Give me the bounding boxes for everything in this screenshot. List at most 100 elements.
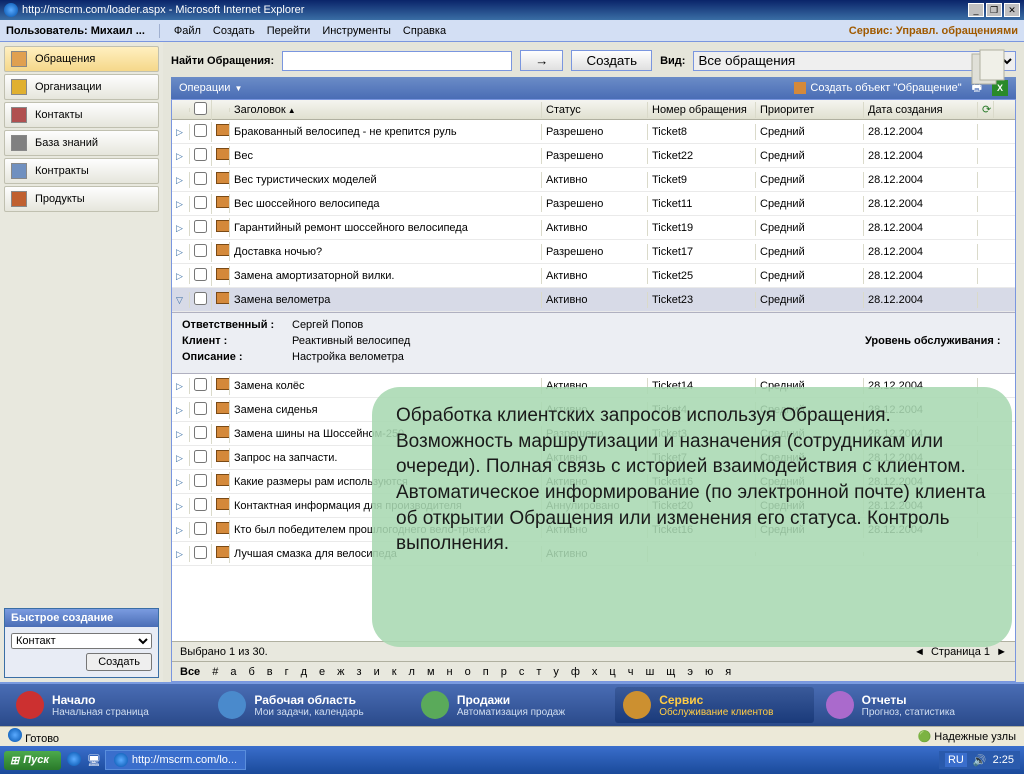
bottomnav-Продажи[interactable]: ПродажиАвтоматизация продаж [413,687,611,723]
quick-create-select[interactable]: Контакт [11,633,152,649]
bottomnav-Сервис[interactable]: СервисОбслуживание клиентов [615,687,813,723]
expand-icon[interactable]: ▷ [176,405,183,415]
alpha-ж[interactable]: ж [337,666,344,678]
menu-Справка[interactable]: Справка [403,25,446,37]
alpha-о[interactable]: о [465,666,471,678]
alpha-в[interactable]: в [267,666,273,678]
alpha-з[interactable]: з [357,666,362,678]
row-checkbox[interactable] [194,268,207,281]
alpha-ю[interactable]: ю [705,666,713,678]
expand-icon[interactable]: ▷ [176,381,183,391]
expand-icon[interactable]: ▷ [176,271,183,281]
row-checkbox[interactable] [194,148,207,161]
alpha-я[interactable]: я [725,666,731,678]
menu-Инструменты[interactable]: Инструменты [322,25,391,37]
select-all-checkbox[interactable] [194,102,207,115]
expand-icon[interactable]: ▷ [176,151,183,161]
table-row[interactable]: ▷Вес шоссейного велосипедаРазрешеноTicke… [172,192,1015,216]
table-row[interactable]: ▷Бракованный велосипед - не крепится рул… [172,120,1015,144]
lang-indicator[interactable]: RU [945,753,967,767]
menu-Файл[interactable]: Файл [174,25,201,37]
sidebar-item-Продукты[interactable]: Продукты [4,186,159,212]
alpha-к[interactable]: к [392,666,397,678]
expand-icon[interactable]: ▷ [176,453,183,463]
expand-icon[interactable]: ▷ [176,549,183,559]
alpha-ц[interactable]: ц [609,666,615,678]
table-row[interactable]: ▷Замена амортизаторной вилки.АктивноTick… [172,264,1015,288]
col-date[interactable]: Дата создания [864,102,978,118]
table-row[interactable]: ▷Доставка ночью?РазрешеноTicket17Средний… [172,240,1015,264]
bottomnav-Рабочая область[interactable]: Рабочая областьМои задачи, календарь [210,687,408,723]
row-checkbox[interactable] [194,498,207,511]
alpha-е[interactable]: е [319,666,325,678]
quicklaunch-ie-icon[interactable] [67,752,81,769]
alpha-п[interactable]: п [483,666,489,678]
minimize-button[interactable]: _ [968,3,984,17]
row-checkbox[interactable] [194,244,207,257]
bottomnav-Начало[interactable]: НачалоНачальная страница [8,687,206,723]
expand-icon[interactable]: ▷ [176,429,183,439]
alpha-н[interactable]: н [447,666,453,678]
alpha-д[interactable]: д [301,666,307,678]
create-button[interactable]: Создать [571,50,652,71]
row-checkbox[interactable] [194,402,207,415]
alpha-х[interactable]: х [592,666,598,678]
row-checkbox[interactable] [194,426,207,439]
row-checkbox[interactable] [194,220,207,233]
row-checkbox[interactable] [194,474,207,487]
row-checkbox[interactable] [194,196,207,209]
sidebar-item-Контакты[interactable]: Контакты [4,102,159,128]
col-priority[interactable]: Приоритет [756,102,864,118]
table-row[interactable]: ▷ВесРазрешеноTicket22Средний28.12.2004 [172,144,1015,168]
row-checkbox[interactable] [194,292,207,305]
alpha-с[interactable]: с [519,666,525,678]
alpha-ф[interactable]: ф [571,666,580,678]
col-title[interactable]: Заголовок▲ [230,102,542,118]
row-checkbox[interactable] [194,522,207,535]
expand-icon[interactable]: ▽ [176,295,183,305]
search-input[interactable] [282,51,512,71]
expand-icon[interactable]: ▷ [176,175,183,185]
alpha-т[interactable]: т [536,666,541,678]
expand-icon[interactable]: ▷ [176,501,183,511]
sidebar-item-Обращения[interactable]: Обращения [4,46,159,72]
alpha-ч[interactable]: ч [628,666,634,678]
tray-icon[interactable]: 🔊 [973,754,987,767]
expand-icon[interactable]: ▷ [176,247,183,257]
table-row[interactable]: ▽Замена велометраАктивноTicket23Средний2… [172,288,1015,312]
col-number[interactable]: Номер обращения [648,102,756,118]
menu-Перейти[interactable]: Перейти [267,25,311,37]
col-status[interactable]: Статус [542,102,648,118]
bottomnav-Отчеты[interactable]: ОтчетыПрогноз, статистика [818,687,1016,723]
operations-menu[interactable]: Операции ▼ [179,82,242,94]
row-checkbox[interactable] [194,450,207,463]
alpha-г[interactable]: г [285,666,289,678]
alpha-а[interactable]: а [230,666,236,678]
alpha-р[interactable]: р [501,666,507,678]
quicklaunch-desktop-icon[interactable]: 🖥 [87,754,101,767]
sidebar-item-База знаний[interactable]: База знаний [4,130,159,156]
expand-icon[interactable]: ▷ [176,223,183,233]
alpha-б[interactable]: б [248,666,254,678]
quick-create-button[interactable]: Создать [86,653,152,671]
refresh-icon[interactable]: ⟳ [978,101,994,118]
expand-icon[interactable]: ▷ [176,199,183,209]
alpha-л[interactable]: л [409,666,415,678]
menu-Создать[interactable]: Создать [213,25,255,37]
expand-icon[interactable]: ▷ [176,477,183,487]
alpha-э[interactable]: э [687,666,693,678]
alpha-all[interactable]: Все [180,666,200,678]
expand-icon[interactable]: ▷ [176,525,183,535]
row-checkbox[interactable] [194,546,207,559]
search-go-button[interactable]: → [520,50,563,71]
create-object-link[interactable]: Создать объект "Обращение" [794,82,961,94]
alpha-#[interactable]: # [212,666,218,678]
close-button[interactable]: ✕ [1004,3,1020,17]
row-checkbox[interactable] [194,124,207,137]
expand-icon[interactable]: ▷ [176,127,183,137]
maximize-button[interactable]: ❐ [986,3,1002,17]
start-button[interactable]: ⊞ Пуск [4,751,61,770]
pager[interactable]: ◄ Страница 1 ► [914,646,1007,658]
alpha-ш[interactable]: ш [645,666,654,678]
alpha-м[interactable]: м [427,666,435,678]
